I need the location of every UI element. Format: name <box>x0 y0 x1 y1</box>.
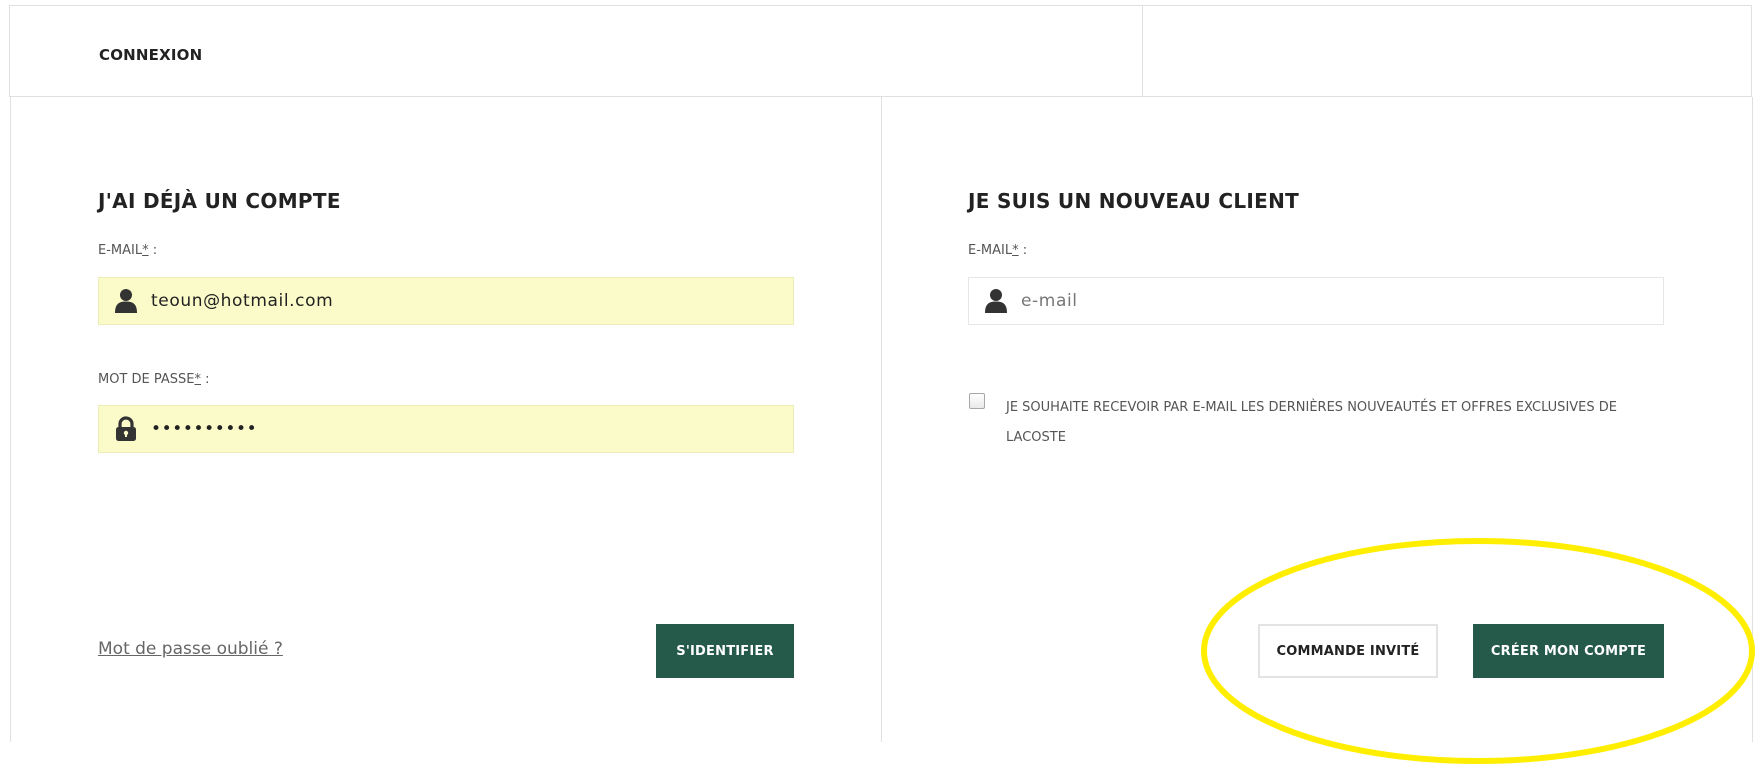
login-password-field[interactable] <box>98 405 794 453</box>
signup-email-input[interactable] <box>1019 290 1579 312</box>
newsletter-checkbox[interactable] <box>969 393 985 409</box>
login-email-label-text: E-MAIL <box>98 243 143 258</box>
label-suffix: : <box>1018 243 1028 258</box>
signup-email-label: E-MAIL* : <box>968 243 1027 258</box>
lock-icon <box>113 416 139 442</box>
signup-email-label-text: E-MAIL <box>968 243 1013 258</box>
new-customer-title: JE SUIS UN NOUVEAU CLIENT <box>968 189 1300 213</box>
content-border-left <box>10 97 11 742</box>
column-divider <box>881 97 882 742</box>
label-suffix: : <box>201 372 210 387</box>
login-email-label: E-MAIL* : <box>98 243 157 258</box>
label-suffix: : <box>148 243 158 258</box>
user-icon <box>983 288 1009 314</box>
user-icon <box>113 288 139 314</box>
create-account-button[interactable]: CRÉER MON COMPTE <box>1473 624 1664 678</box>
newsletter-label: JE SOUHAITE RECEVOIR PAR E-MAIL LES DERN… <box>1006 400 1617 445</box>
tab-connexion[interactable]: CONNEXION <box>99 46 202 64</box>
login-password-label-text: MOT DE PASSE <box>98 372 195 387</box>
tab-divider <box>1142 6 1143 96</box>
login-email-field[interactable] <box>98 277 794 325</box>
login-button[interactable]: S'IDENTIFIER <box>656 624 794 678</box>
signup-email-field[interactable] <box>968 277 1664 325</box>
content-border-right <box>1752 97 1753 742</box>
existing-account-title: J'AI DÉJÀ UN COMPTE <box>98 189 341 213</box>
tab-bar: CONNEXION <box>9 5 1752 97</box>
login-password-input[interactable] <box>149 418 709 440</box>
login-email-input[interactable] <box>149 290 709 312</box>
login-password-label: MOT DE PASSE* : <box>98 372 210 387</box>
forgot-password-link[interactable]: Mot de passe oublié ? <box>98 639 283 659</box>
guest-checkout-button[interactable]: COMMANDE INVITÉ <box>1258 624 1438 678</box>
